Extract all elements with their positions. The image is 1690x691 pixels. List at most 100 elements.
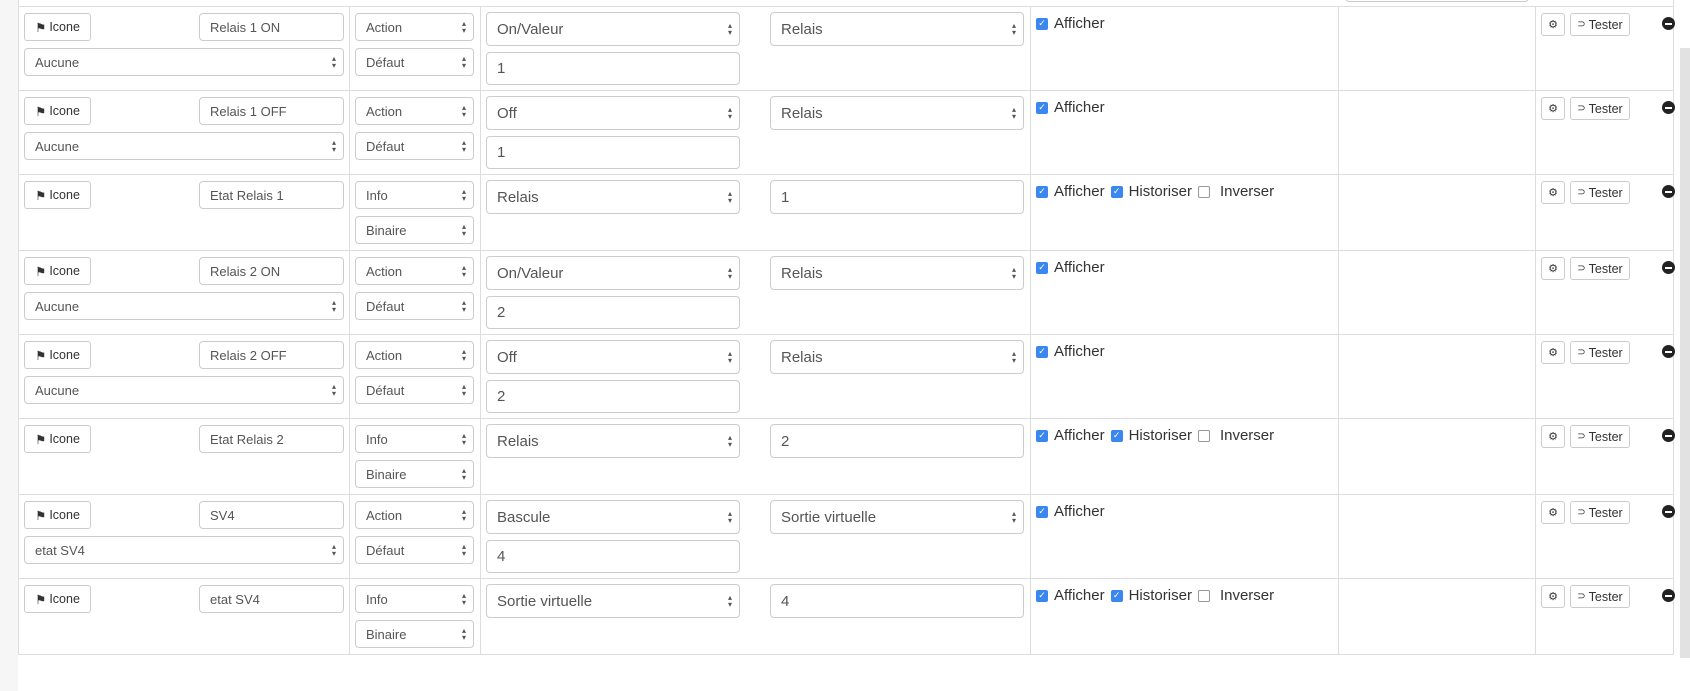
historize-checkbox[interactable]: ✓ bbox=[1110, 185, 1123, 198]
remove-icon[interactable] bbox=[1662, 589, 1675, 602]
kind-select[interactable]: Off bbox=[486, 96, 740, 130]
test-button[interactable]: ⊃ Tester bbox=[1570, 425, 1630, 448]
kind-select[interactable]: Bascule bbox=[486, 500, 740, 534]
type-select[interactable]: Info bbox=[355, 425, 474, 453]
config-button[interactable]: ⚙ bbox=[1541, 501, 1565, 524]
kind-select[interactable]: Off bbox=[486, 340, 740, 374]
value-command-select[interactable]: Aucune bbox=[24, 132, 344, 160]
icon-button[interactable]: ⚑ Icone bbox=[24, 97, 91, 125]
test-button[interactable]: ⊃ Tester bbox=[1570, 257, 1630, 280]
command-name-input[interactable]: Etat Relais 1 bbox=[199, 181, 344, 209]
column-divider bbox=[1338, 419, 1339, 494]
test-button[interactable]: ⊃ Tester bbox=[1570, 585, 1630, 608]
type-select[interactable]: Info bbox=[355, 585, 474, 613]
command-name-input[interactable]: Relais 2 OFF bbox=[199, 341, 344, 369]
display-checkbox[interactable]: ✓ bbox=[1036, 589, 1048, 602]
type-select[interactable]: Action bbox=[355, 257, 474, 285]
subtype-select[interactable]: Défaut bbox=[355, 536, 474, 564]
number-input[interactable]: 4 bbox=[486, 540, 740, 573]
config-button[interactable]: ⚙ bbox=[1541, 181, 1565, 204]
kind-select[interactable]: Sortie virtuelle bbox=[486, 584, 740, 618]
type-select[interactable]: Info bbox=[355, 181, 474, 209]
icon-button[interactable]: ⚑ Icone bbox=[24, 13, 91, 41]
remove-icon[interactable] bbox=[1662, 261, 1675, 274]
display-checkbox[interactable]: ✓ bbox=[1036, 101, 1048, 114]
subtype-select[interactable]: Binaire bbox=[355, 216, 474, 244]
target-select[interactable]: Relais bbox=[770, 340, 1024, 374]
subtype-select[interactable]: Défaut bbox=[355, 132, 474, 160]
remove-icon[interactable] bbox=[1662, 101, 1675, 114]
test-button[interactable]: ⊃ Tester bbox=[1570, 97, 1630, 120]
command-name-input[interactable]: Relais 2 ON bbox=[199, 257, 344, 285]
config-button[interactable]: ⚙ bbox=[1541, 13, 1565, 36]
display-checkbox[interactable]: ✓ bbox=[1036, 505, 1048, 518]
type-select[interactable]: Action bbox=[355, 97, 474, 125]
number-input[interactable]: 2 bbox=[486, 296, 740, 329]
test-button[interactable]: ⊃ Tester bbox=[1570, 13, 1630, 36]
scrollbar[interactable] bbox=[1680, 48, 1690, 658]
command-name-input[interactable]: SV4 bbox=[199, 501, 344, 529]
subtype-select[interactable]: Défaut bbox=[355, 376, 474, 404]
value-command-select[interactable]: Aucune bbox=[24, 48, 344, 76]
icon-button[interactable]: ⚑ Icone bbox=[24, 181, 91, 209]
invert-checkbox[interactable] bbox=[1197, 589, 1210, 602]
kind-select[interactable]: On/Valeur bbox=[486, 12, 740, 46]
config-button[interactable]: ⚙ bbox=[1541, 257, 1565, 280]
display-checkbox[interactable]: ✓ bbox=[1036, 261, 1048, 274]
command-name-input[interactable]: Etat Relais 2 bbox=[199, 425, 344, 453]
remove-icon[interactable] bbox=[1662, 345, 1675, 358]
config-button[interactable]: ⚙ bbox=[1541, 97, 1565, 120]
remove-icon[interactable] bbox=[1662, 429, 1675, 442]
historize-checkbox[interactable]: ✓ bbox=[1110, 429, 1123, 442]
invert-checkbox[interactable] bbox=[1197, 185, 1210, 198]
icon-button[interactable]: ⚑ Icone bbox=[24, 501, 91, 529]
type-select[interactable]: Action bbox=[355, 13, 474, 41]
icon-button[interactable]: ⚑ Icone bbox=[24, 585, 91, 613]
value-command-select[interactable]: Aucune bbox=[24, 376, 344, 404]
number-input[interactable]: 1 bbox=[486, 136, 740, 169]
remove-icon[interactable] bbox=[1662, 17, 1675, 30]
command-name-input[interactable]: etat SV4 bbox=[199, 585, 344, 613]
config-button[interactable]: ⚙ bbox=[1541, 341, 1565, 364]
type-select[interactable]: Action bbox=[355, 501, 474, 529]
number-input[interactable]: 2 bbox=[486, 380, 740, 413]
target-select[interactable]: Relais bbox=[770, 96, 1024, 130]
kind-select[interactable]: Relais bbox=[486, 424, 740, 458]
config-button[interactable]: ⚙ bbox=[1541, 425, 1565, 448]
config-button[interactable]: ⚙ bbox=[1541, 585, 1565, 608]
target-select[interactable]: Relais bbox=[770, 12, 1024, 46]
number-input[interactable]: 1 bbox=[770, 180, 1024, 214]
subtype-select[interactable]: Binaire bbox=[355, 620, 474, 648]
display-checkbox[interactable]: ✓ bbox=[1036, 17, 1048, 30]
value-command-select[interactable]: Aucune bbox=[24, 292, 344, 320]
test-button[interactable]: ⊃ Tester bbox=[1570, 181, 1630, 204]
number-input[interactable]: 2 bbox=[770, 424, 1024, 458]
subtype-select[interactable]: Binaire bbox=[355, 460, 474, 488]
command-name-input[interactable]: Relais 1 ON bbox=[199, 13, 344, 41]
display-checkbox[interactable]: ✓ bbox=[1036, 345, 1048, 358]
target-select[interactable]: Relais bbox=[770, 256, 1024, 290]
historize-checkbox[interactable]: ✓ bbox=[1110, 589, 1123, 602]
subtype-select[interactable]: Défaut bbox=[355, 292, 474, 320]
icon-button[interactable]: ⚑ Icone bbox=[24, 341, 91, 369]
invert-checkbox[interactable] bbox=[1197, 429, 1210, 442]
kind-select[interactable]: Relais bbox=[486, 180, 740, 214]
kind-select[interactable]: On/Valeur bbox=[486, 256, 740, 290]
number-input[interactable]: 1 bbox=[486, 52, 740, 85]
icon-button[interactable]: ⚑ Icone bbox=[24, 257, 91, 285]
number-input[interactable]: 4 bbox=[770, 584, 1024, 618]
previous-row-input[interactable] bbox=[1345, 0, 1529, 2]
test-button[interactable]: ⊃ Tester bbox=[1570, 341, 1630, 364]
value-command-select[interactable]: etat SV4 bbox=[24, 536, 344, 564]
remove-icon[interactable] bbox=[1662, 505, 1675, 518]
type-select[interactable]: Action bbox=[355, 341, 474, 369]
target-select[interactable]: Sortie virtuelle bbox=[770, 500, 1024, 534]
display-checkbox[interactable]: ✓ bbox=[1036, 429, 1048, 442]
column-divider bbox=[1030, 579, 1031, 654]
icon-button[interactable]: ⚑ Icone bbox=[24, 425, 91, 453]
command-name-input[interactable]: Relais 1 OFF bbox=[199, 97, 344, 125]
test-button[interactable]: ⊃ Tester bbox=[1570, 501, 1630, 524]
remove-icon[interactable] bbox=[1662, 185, 1675, 198]
display-checkbox[interactable]: ✓ bbox=[1036, 185, 1048, 198]
subtype-select[interactable]: Défaut bbox=[355, 48, 474, 76]
